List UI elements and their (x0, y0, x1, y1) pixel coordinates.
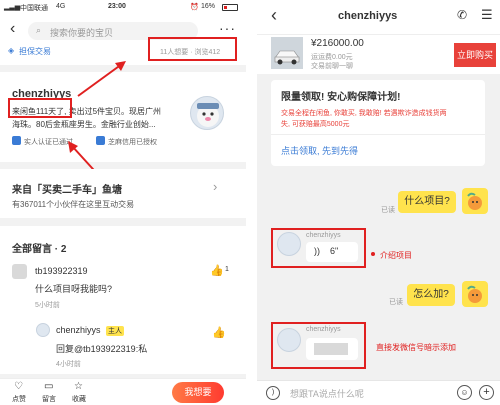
phone-icon[interactable]: ✆ (457, 8, 467, 22)
read-status: 已读 (381, 207, 395, 214)
star-icon[interactable]: ☆ (74, 381, 83, 392)
pond-title: 来自「买卖二手车」鱼塘 (12, 185, 122, 196)
promo-title: 限量领取! 安心购保障计划! (281, 92, 401, 103)
promo-link[interactable]: 点击领取, 先到先得 (281, 144, 358, 157)
like-icon[interactable]: ♡ (14, 381, 23, 392)
plus-icon[interactable]: + (479, 385, 494, 400)
comments-header: 全部留言 · 2 (12, 244, 67, 255)
annotation-wechat: 直接发微信号暗示添加 (376, 343, 456, 352)
pond-subtitle: 有367011个小伙伴在这里互动交易 (12, 200, 135, 209)
favorite-label[interactable]: 收藏 (72, 394, 86, 404)
comment-label[interactable]: 留言 (42, 394, 56, 404)
promo-card[interactable]: 限量领取! 安心购保障计划! 交易全程在闲鱼, 你敢买, 我敢赔! 若遇欺诈造成… (271, 80, 485, 166)
reply-time: 4小时前 (56, 361, 81, 368)
owner-badge: 主人 (106, 326, 124, 336)
promo-divider (271, 134, 485, 135)
pond-card[interactable]: 来自「买卖二手车」鱼塘 有367011个小伙伴在这里互动交易 › (0, 169, 246, 218)
chat-screen: ‹ chenzhiyys ✆ ☰ ¥216000.00 运运费0.00元 交易前… (257, 0, 500, 405)
product-image[interactable] (271, 37, 303, 69)
voice-toggle-icon[interactable]: ) (266, 386, 280, 400)
back-arrow-icon[interactable]: ‹ (271, 6, 277, 24)
reply-user[interactable]: chenzhiyys (56, 325, 101, 335)
listing-screen: ▂▃▅ 中国联通 4G 23:00 ⏰ 16% ‹ ⌕ 搜索你要的宝贝 ··· … (0, 0, 246, 405)
my-avatar[interactable] (462, 281, 488, 307)
comments-section: 全部留言 · 2 tb193922319 什么项目呀我能吗? 5小时前 👍 1 … (0, 226, 246, 374)
buy-now-button[interactable]: 立即购买 (454, 43, 496, 67)
voice-highlight-box (271, 228, 366, 268)
want-button[interactable]: 我想要 (172, 382, 224, 403)
annotation-intro: 介绍项目 (380, 251, 412, 260)
comment-time: 5小时前 (35, 302, 60, 309)
comment-icon[interactable]: ▭ (44, 381, 53, 392)
input-bar: ) 想跟TA说点什么呢 ☺ + (257, 380, 500, 405)
read-status: 已读 (389, 299, 403, 306)
reply-text: 回复@tb193922319:私 (56, 344, 148, 354)
thumb-up-icon[interactable]: 👍 (212, 326, 226, 339)
comment-text: 什么项目呀我能吗? (35, 284, 113, 294)
panel-divider (246, 0, 257, 405)
avatar[interactable] (36, 323, 50, 337)
emoji-icon[interactable]: ☺ (457, 385, 472, 400)
unread-dot (371, 252, 375, 256)
chevron-right-icon: › (213, 179, 218, 194)
message-input[interactable]: 想跟TA说点什么呢 (290, 387, 364, 400)
message-bubble-sent[interactable]: 怎么加? (407, 284, 455, 306)
profile-icon[interactable]: ☰ (481, 7, 493, 23)
product-bar[interactable]: ¥216000.00 运运费0.00元 交易前聊一聊 立即购买 (257, 34, 500, 74)
message-bubble-sent[interactable]: 什么项目? (398, 191, 456, 213)
like-label[interactable]: 点赞 (12, 394, 26, 404)
chat-title: chenzhiyys (338, 10, 398, 22)
promo-line1: 交易全程在闲鱼, 你敢买, 我敢赔! 若遇欺诈造成钱货两 (281, 110, 447, 117)
thumb-up-icon[interactable]: 👍 (210, 264, 224, 277)
wechat-highlight-box (271, 322, 366, 369)
product-note: 交易前聊一聊 (311, 63, 353, 70)
product-price: ¥216000.00 (311, 38, 364, 49)
promo-line2: 失, 可获赔最高5000元 (281, 121, 350, 128)
comment-user[interactable]: tb193922319 (35, 266, 88, 276)
like-count: 1 (225, 266, 229, 273)
bottom-bar: ♡ 点赞 ▭ 留言 ☆ 收藏 我想要 (0, 378, 246, 405)
my-avatar[interactable] (462, 188, 488, 214)
annotation-arrows (68, 61, 126, 191)
avatar[interactable] (12, 264, 27, 279)
chat-header: ‹ chenzhiyys ✆ ☰ (257, 0, 500, 34)
